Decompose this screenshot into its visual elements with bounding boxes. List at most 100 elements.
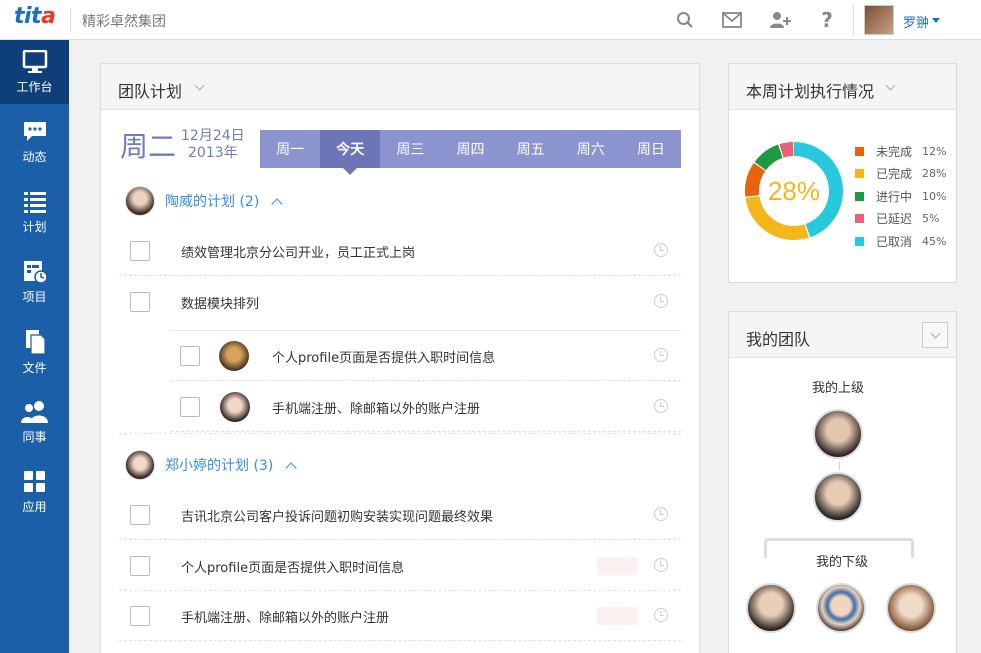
chevron-up-icon[interactable] xyxy=(271,197,283,210)
avatar[interactable] xyxy=(220,392,250,422)
username[interactable]: 罗翀 xyxy=(903,12,929,31)
avatar[interactable] xyxy=(813,409,863,459)
avatar[interactable] xyxy=(864,5,894,35)
task-checkbox[interactable] xyxy=(130,292,150,312)
subordinate-label: 我的下级 xyxy=(812,551,873,570)
date-day: 12月24日 xyxy=(181,128,245,144)
help-icon[interactable]: ? xyxy=(816,8,838,32)
superior-label: 我的上级 xyxy=(812,381,865,396)
team-toggle-button[interactable] xyxy=(922,322,948,348)
task-checkbox[interactable] xyxy=(130,241,150,261)
tab-saturday[interactable]: 周六 xyxy=(561,130,621,168)
subtask-checkbox[interactable] xyxy=(180,346,200,366)
tab-today[interactable]: 今天 xyxy=(320,130,381,175)
chevron-down-icon[interactable] xyxy=(932,18,940,23)
people-icon xyxy=(20,400,48,423)
current-date: 12月24日 2013年 xyxy=(181,128,245,162)
chevron-down-icon[interactable] xyxy=(194,80,205,91)
task-text[interactable]: 手机端注册、除邮箱以外的账户注册 xyxy=(181,607,389,626)
tab-wednesday[interactable]: 周三 xyxy=(380,130,440,168)
chevron-down-icon[interactable] xyxy=(885,80,896,91)
chevron-down-icon xyxy=(930,328,940,338)
legend-label: 进行中 xyxy=(876,189,913,204)
member-plan-header: 郑小婷的计划 (3) xyxy=(125,450,297,480)
subtask-text[interactable]: 个人profile页面是否提供入职时间信息 xyxy=(272,347,495,366)
sidebar-item-project[interactable]: 项目 xyxy=(0,250,69,314)
subtask-checkbox[interactable] xyxy=(180,397,200,417)
date-year: 2013年 xyxy=(188,145,238,161)
search-icon[interactable] xyxy=(674,9,696,31)
tab-sunday[interactable]: 周日 xyxy=(621,130,681,168)
panel-title: 本周计划执行情况 xyxy=(746,82,875,101)
task-text[interactable]: 个人profile页面是否提供入职时间信息 xyxy=(181,557,404,576)
task-row: 手机端注册、除邮箱以外的账户注册 xyxy=(119,591,681,641)
alarm-clock-icon[interactable] xyxy=(654,399,668,413)
list-icon xyxy=(23,191,46,213)
avatar[interactable] xyxy=(125,450,155,480)
sidebar-item-plan[interactable]: 计划 xyxy=(0,180,69,244)
avatar[interactable] xyxy=(816,583,866,633)
subtask-text[interactable]: 手机端注册、除邮箱以外的账户注册 xyxy=(272,398,480,417)
legend-swatch xyxy=(855,214,864,224)
add-user-icon[interactable] xyxy=(769,9,791,31)
sidebar-item-label: 工作台 xyxy=(16,79,53,94)
chart-legend: 未完成 12% 已完成 28% 进行中 10% 已延迟 5% 已取消 45% xyxy=(855,140,946,253)
tab-friday[interactable]: 周五 xyxy=(501,130,561,168)
tita-logo[interactable]: tita xyxy=(14,4,56,29)
subtask-row: 个人profile页面是否提供入职时间信息 xyxy=(171,331,681,381)
legend-item: 已延迟 5% xyxy=(855,208,946,231)
legend-label: 已延迟 xyxy=(876,212,913,227)
task-checkbox[interactable] xyxy=(130,505,150,525)
avatar[interactable] xyxy=(886,583,936,633)
avatar[interactable] xyxy=(125,186,155,216)
task-text[interactable]: 数据模块排列 xyxy=(181,293,259,312)
task-checkbox[interactable] xyxy=(130,556,150,576)
weekly-donut-chart: 28% xyxy=(745,142,843,240)
avatar[interactable] xyxy=(813,472,863,522)
my-team-header: 我的团队 xyxy=(729,312,956,358)
legend-value: 10% xyxy=(922,189,947,203)
logo-divider xyxy=(70,8,71,32)
tab-monday[interactable]: 周一 xyxy=(260,130,320,168)
alarm-clock-icon[interactable] xyxy=(654,558,668,572)
weekly-execution-panel: 本周计划执行情况 28% 未完成 12% 已完成 28% 进行中 10% 已延迟 5% … xyxy=(728,63,957,283)
mail-icon[interactable] xyxy=(721,9,743,31)
team-plan-header: 团队计划 xyxy=(101,64,699,110)
task-checkbox[interactable] xyxy=(130,606,150,626)
current-day: 周二 xyxy=(120,130,177,163)
alarm-clock-icon[interactable] xyxy=(654,243,668,257)
sidebar-item-files[interactable]: 文件 xyxy=(0,320,69,384)
avatar[interactable] xyxy=(746,583,796,633)
legend-value: 12% xyxy=(922,144,947,158)
legend-swatch xyxy=(855,169,864,179)
alarm-clock-icon[interactable] xyxy=(654,608,668,622)
donut-center-label: 28% xyxy=(768,176,820,206)
sidebar-item-apps[interactable]: 应用 xyxy=(0,460,69,524)
member-plan-name[interactable]: 郑小婷的计划 (3) xyxy=(165,455,273,475)
task-text[interactable]: 吉讯北京公司客户投诉问题初购安装实现问题最终效果 xyxy=(181,506,493,525)
sidebar-item-label: 同事 xyxy=(22,429,47,444)
alarm-clock-icon[interactable] xyxy=(654,294,668,308)
legend-swatch xyxy=(855,236,864,246)
sidebar-item-label: 计划 xyxy=(22,219,47,234)
sidebar-item-feed[interactable]: 动态 xyxy=(0,110,69,174)
task-row: 数据模块排列 xyxy=(119,277,681,327)
sidebar: 工作台 动态 计划 项目 文件 同事 应用 xyxy=(0,40,69,653)
alarm-clock-icon[interactable] xyxy=(654,348,668,362)
tab-thursday[interactable]: 周四 xyxy=(440,130,500,168)
legend-swatch xyxy=(855,191,864,201)
sidebar-item-colleagues[interactable]: 同事 xyxy=(0,390,69,454)
week-tabs: 周一 今天 周三 周四 周五 周六 周日 xyxy=(260,130,681,175)
legend-item: 进行中 10% xyxy=(855,185,946,208)
task-text[interactable]: 绩效管理北京分公司开业，员工正式上岗 xyxy=(181,242,415,261)
weekly-header: 本周计划执行情况 xyxy=(729,64,956,110)
avatar[interactable] xyxy=(219,341,249,371)
legend-swatch xyxy=(855,146,864,156)
org-connector xyxy=(839,462,840,470)
sidebar-item-workbench[interactable]: 工作台 xyxy=(0,40,69,104)
chevron-up-icon[interactable] xyxy=(285,461,297,474)
grid-icon xyxy=(23,470,45,492)
legend-item: 未完成 12% xyxy=(855,140,946,163)
alarm-clock-icon[interactable] xyxy=(654,507,668,521)
member-plan-name[interactable]: 陶威的计划 (2) xyxy=(165,191,259,211)
